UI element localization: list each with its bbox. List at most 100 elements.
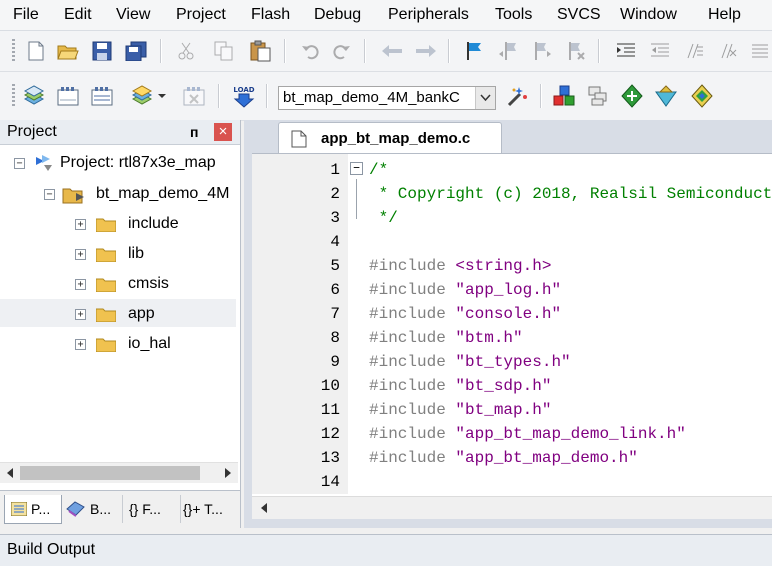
save-all-icon[interactable]: [124, 39, 148, 63]
line-number: 10: [320, 377, 340, 395]
code-line[interactable]: #include "btm.h": [369, 326, 523, 350]
close-icon[interactable]: ×: [214, 123, 232, 141]
manage-components-icon[interactable]: [552, 84, 576, 108]
code-line[interactable]: #include "app_bt_map_demo.h": [369, 446, 638, 470]
code-comment: /*: [369, 161, 389, 179]
menu-edit[interactable]: Edit: [64, 0, 92, 30]
code-line[interactable]: * Copyright (c) 2018, Realsil Semiconduc…: [369, 182, 772, 206]
code-line[interactable]: #include "app_log.h": [369, 278, 561, 302]
target-select[interactable]: bt_map_demo_4M_bankC: [278, 86, 496, 110]
expand-icon[interactable]: +: [75, 249, 86, 260]
cut-icon[interactable]: [174, 39, 198, 63]
indent-icon[interactable]: [614, 39, 638, 63]
books-tab-icon: [66, 501, 85, 517]
code-line[interactable]: #include "app_bt_map_demo_link.h": [369, 422, 686, 446]
scroll-right-icon[interactable]: [224, 468, 232, 478]
tab-templates[interactable]: {}+ T...: [180, 495, 237, 523]
redo-icon[interactable]: [330, 39, 354, 63]
folder-icon: [96, 308, 116, 322]
code-comment: * Copyright (c) 2018, Realsil Semiconduc…: [369, 185, 772, 203]
editor-horizontal-scrollbar[interactable]: [252, 496, 772, 519]
code-line[interactable]: #include "console.h": [369, 302, 561, 326]
menu-peripherals[interactable]: Peripherals: [388, 0, 469, 30]
save-icon[interactable]: [90, 39, 114, 63]
copy-icon[interactable]: [212, 39, 236, 63]
uncomment-icon[interactable]: [716, 39, 740, 63]
code-line[interactable]: #include "bt_map.h": [369, 398, 551, 422]
code-line[interactable]: */: [369, 206, 398, 230]
menu-project[interactable]: Project: [176, 0, 226, 30]
translate-icon[interactable]: [22, 84, 46, 108]
line-number: 6: [330, 281, 340, 299]
build-icon[interactable]: [56, 84, 80, 108]
menu-debug[interactable]: Debug: [314, 0, 361, 30]
toolbar-grip[interactable]: [12, 39, 15, 63]
menu-tools[interactable]: Tools: [495, 0, 532, 30]
target-options-icon[interactable]: [506, 84, 530, 108]
code-line[interactable]: #include <string.h>: [369, 254, 551, 278]
tree-project-label: Project: rtl87x3e_map: [60, 154, 216, 171]
menu-help[interactable]: Help: [708, 0, 741, 30]
tree-target[interactable]: − bt_map_demo_4M: [40, 181, 236, 207]
menu-file[interactable]: File: [13, 0, 39, 30]
select-packs-icon[interactable]: [586, 84, 610, 108]
expand-icon[interactable]: +: [75, 219, 86, 230]
collapse-icon[interactable]: −: [14, 158, 25, 169]
undo-icon[interactable]: [298, 39, 322, 63]
code-directive: #include: [369, 257, 456, 275]
editor-tab-label: app_bt_map_demo.c: [321, 130, 471, 147]
download-icon[interactable]: LOAD: [232, 84, 256, 108]
menu-svcs[interactable]: SVCS: [557, 0, 601, 30]
tab-project[interactable]: P...: [4, 495, 62, 524]
pin-icon[interactable]: ᴨ: [190, 120, 198, 144]
tree-group-label: app: [128, 305, 155, 322]
menu-window[interactable]: Window: [620, 0, 677, 30]
bookmark-prev-icon[interactable]: [496, 39, 520, 63]
toolbar-grip[interactable]: [12, 84, 15, 108]
line-number: 7: [330, 305, 340, 323]
line-number: 14: [320, 473, 340, 491]
bookmark-next-icon[interactable]: [530, 39, 554, 63]
bookmark-clear-icon[interactable]: [564, 39, 588, 63]
code-line[interactable]: /*: [369, 158, 388, 182]
tree-group-label: io_hal: [128, 335, 171, 352]
line-number: 4: [330, 233, 340, 251]
open-file-icon[interactable]: [56, 39, 80, 63]
scroll-left-icon[interactable]: [6, 468, 14, 478]
rebuild-icon[interactable]: [90, 84, 114, 108]
tab-functions[interactable]: {} F...: [122, 495, 179, 523]
navigate-back-icon[interactable]: [380, 39, 404, 63]
bookmark-icon[interactable]: [462, 39, 486, 63]
tab-books[interactable]: B...: [62, 495, 118, 523]
pack-installer-icon[interactable]: [620, 84, 644, 108]
fold-toggle-icon[interactable]: −: [350, 162, 363, 175]
expand-icon[interactable]: +: [75, 279, 86, 290]
scrollbar-thumb[interactable]: [20, 466, 200, 480]
navigate-forward-icon[interactable]: [414, 39, 438, 63]
chevron-down-icon[interactable]: [156, 84, 168, 108]
menu-flash[interactable]: Flash: [251, 0, 290, 30]
collapse-icon[interactable]: −: [44, 189, 55, 200]
expand-icon[interactable]: +: [75, 309, 86, 320]
stop-build-icon[interactable]: [182, 84, 206, 108]
tree-selection-highlight: [0, 299, 236, 327]
chevron-down-icon[interactable]: [475, 87, 495, 109]
code-comment: */: [369, 209, 398, 227]
scroll-left-icon[interactable]: [260, 503, 268, 513]
paste-icon[interactable]: [248, 39, 272, 63]
line-number: 11: [320, 401, 340, 419]
code-string: <string.h>: [455, 257, 552, 275]
menu-view[interactable]: View: [116, 0, 150, 30]
unindent-icon[interactable]: [648, 39, 672, 63]
new-file-icon[interactable]: [24, 39, 48, 63]
software-packs-icon[interactable]: [690, 84, 714, 108]
comment-icon[interactable]: [682, 39, 706, 63]
code-line[interactable]: #include "bt_sdp.h": [369, 374, 551, 398]
event-recorder-icon[interactable]: [654, 84, 678, 108]
code-line[interactable]: #include "bt_types.h": [369, 350, 571, 374]
tab-app-bt-map-demo[interactable]: app_bt_map_demo.c: [278, 122, 502, 155]
toolbar-overflow-icon[interactable]: [748, 39, 772, 63]
batch-build-icon[interactable]: [130, 84, 154, 108]
project-horizontal-scrollbar[interactable]: [0, 462, 238, 483]
expand-icon[interactable]: +: [75, 339, 86, 350]
